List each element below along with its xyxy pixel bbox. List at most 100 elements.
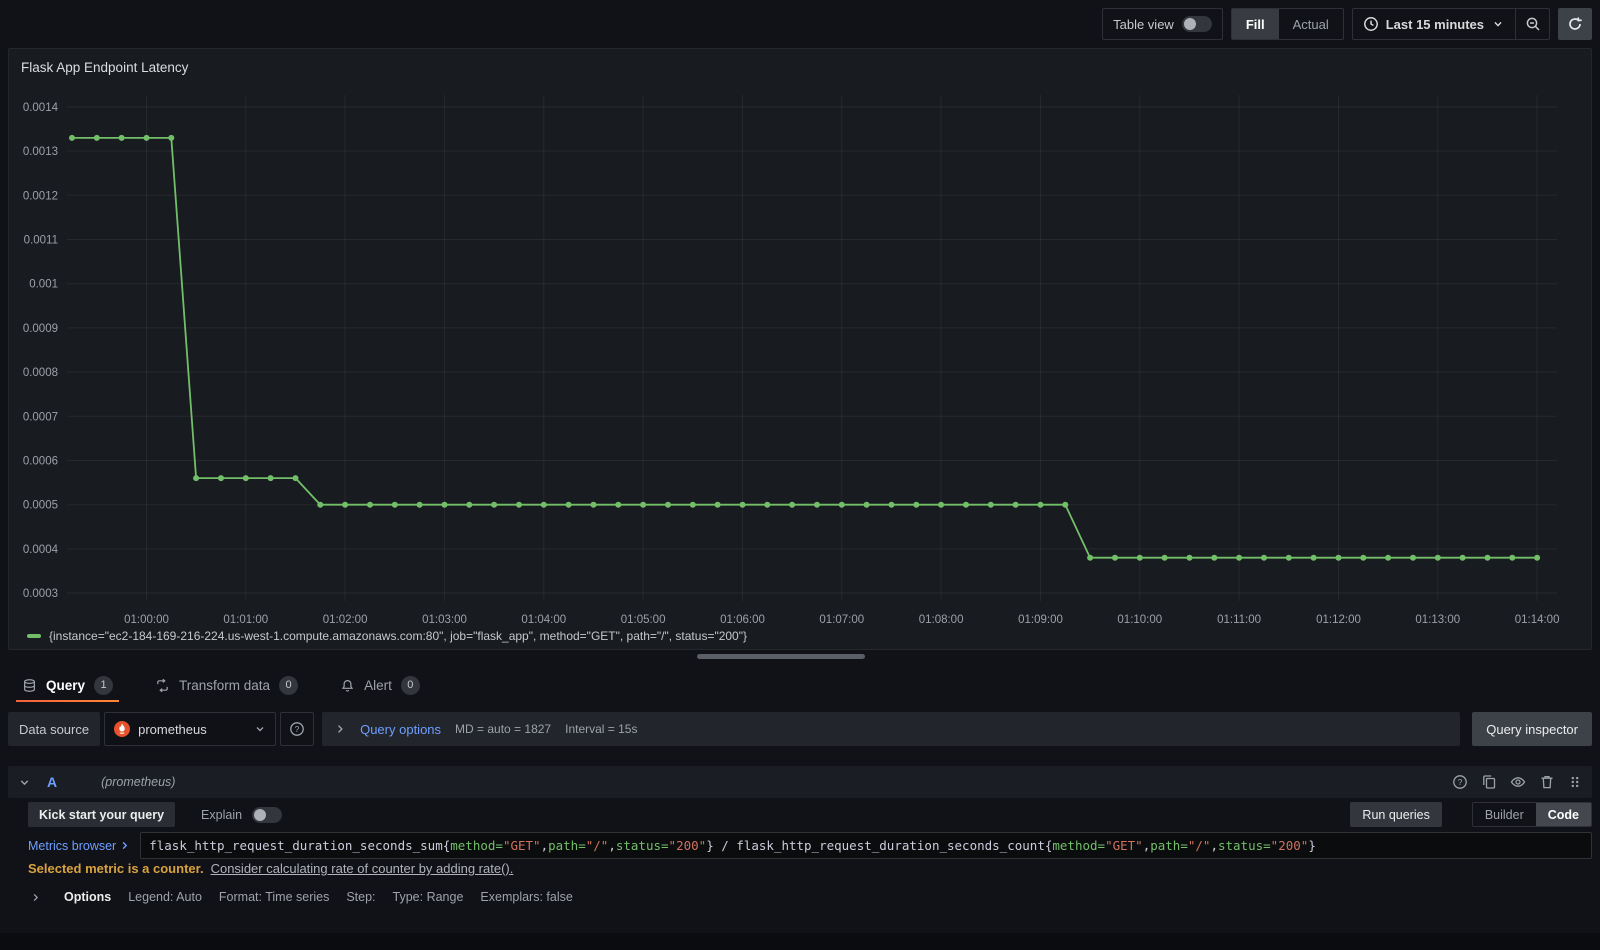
svg-text:0.0011: 0.0011 xyxy=(24,235,58,247)
query-expression[interactable]: flask_http_request_duration_seconds_sum{… xyxy=(140,832,1592,859)
chevron-right-icon xyxy=(119,840,130,851)
series-color-dash xyxy=(27,634,41,638)
tab-alert-label: Alert xyxy=(364,677,392,693)
table-view-toggle[interactable] xyxy=(1181,16,1212,32)
kick-start-query-button[interactable]: Kick start your query xyxy=(28,802,176,827)
options-summary-items: Legend: Auto Format: Time series Step: Type… xyxy=(128,890,573,904)
svg-text:01:07:00: 01:07:00 xyxy=(819,614,864,626)
tab-query[interactable]: Query 1 xyxy=(16,668,120,702)
options-summary-item: Format: Time series xyxy=(218,890,330,904)
svg-text:01:09:00: 01:09:00 xyxy=(1018,614,1063,626)
grafana-panel-editor: Table view Fill Actual Last 15 minutes F… xyxy=(0,0,1600,950)
options-summary-item: Exemplars: false xyxy=(480,890,573,904)
time-picker-group: Last 15 minutes xyxy=(1351,8,1550,40)
svg-text:01:01:00: 01:01:00 xyxy=(223,614,268,626)
counter-warning: Selected metric is a counter. Consider c… xyxy=(28,861,513,876)
refresh-icon xyxy=(1567,16,1583,32)
metrics-browser-button[interactable]: Metrics browser xyxy=(28,839,130,853)
query-options-link[interactable]: Query options xyxy=(360,722,441,737)
svg-text:?: ? xyxy=(1458,777,1463,787)
bell-icon xyxy=(340,678,355,693)
chevron-down-icon xyxy=(1491,17,1505,31)
clock-icon xyxy=(1363,16,1379,32)
builder-button[interactable]: Builder xyxy=(1473,803,1536,826)
eye-icon[interactable] xyxy=(1510,774,1526,790)
explain-label: Explain xyxy=(201,807,243,822)
svg-text:01:13:00: 01:13:00 xyxy=(1415,614,1460,626)
svg-text:01:04:00: 01:04:00 xyxy=(521,614,566,626)
builder-code-segment: Builder Code xyxy=(1471,802,1592,827)
max-data-points-text: MD = auto = 1827 xyxy=(455,722,552,736)
duplicate-icon[interactable] xyxy=(1481,774,1497,790)
svg-text:0.0006: 0.0006 xyxy=(23,456,58,468)
trash-icon[interactable] xyxy=(1539,774,1555,790)
horizontal-scrollbar-thumb[interactable] xyxy=(697,654,865,659)
legend-item[interactable]: {instance="ec2-184-169-216-224.us-west-1… xyxy=(27,629,747,643)
warning-text: Selected metric is a counter. xyxy=(28,861,204,876)
options-summary-item: Step: xyxy=(346,890,376,904)
top-toolbar: Table view Fill Actual Last 15 minutes xyxy=(1102,8,1592,40)
chevron-right-icon[interactable] xyxy=(334,723,346,735)
explain-control: Explain xyxy=(201,806,283,823)
chevron-down-icon xyxy=(254,723,266,735)
datasource-select[interactable]: prometheus xyxy=(104,712,277,746)
svg-text:01:05:00: 01:05:00 xyxy=(621,614,666,626)
svg-text:01:10:00: 01:10:00 xyxy=(1117,614,1162,626)
datasource-help-button[interactable]: ? xyxy=(280,712,315,746)
fill-actual-segment: Fill Actual xyxy=(1230,8,1344,40)
query-row-actions: ? xyxy=(1452,774,1582,790)
tab-transform-badge: 0 xyxy=(279,675,299,695)
tab-transform-data[interactable]: Transform data 0 xyxy=(149,668,304,702)
refresh-button[interactable] xyxy=(1558,8,1592,40)
explain-toggle[interactable] xyxy=(252,806,283,823)
options-summary-item: Type: Range xyxy=(392,890,464,904)
options-label: Options xyxy=(64,890,112,904)
table-view-label: Table view xyxy=(1113,16,1174,32)
editor-tabs: Query 1 Transform data 0 Alert 0 xyxy=(16,668,426,702)
fill-button[interactable]: Fill xyxy=(1231,9,1279,39)
query-editor-row: Metrics browser flask_http_request_durat… xyxy=(28,832,1592,859)
transform-icon xyxy=(155,678,170,693)
tab-query-badge: 1 xyxy=(94,675,114,695)
panel-title[interactable]: Flask App Endpoint Latency xyxy=(21,60,188,75)
svg-text:01:06:00: 01:06:00 xyxy=(720,614,765,626)
code-button[interactable]: Code xyxy=(1535,803,1591,826)
query-a-row[interactable]: A (prometheus) ? xyxy=(8,766,1592,798)
rate-hint-link[interactable]: Consider calculating rate of counter by … xyxy=(211,861,514,876)
svg-text:0.0014: 0.0014 xyxy=(23,102,59,114)
tab-alert-badge: 0 xyxy=(400,675,420,695)
options-summary-item: Legend: Auto xyxy=(128,890,202,904)
bottom-strip xyxy=(0,933,1600,950)
svg-text:01:11:00: 01:11:00 xyxy=(1217,614,1261,626)
interval-text: Interval = 15s xyxy=(565,722,638,736)
svg-text:0.0009: 0.0009 xyxy=(23,323,58,335)
table-view-control: Table view xyxy=(1102,8,1223,40)
prometheus-icon xyxy=(114,721,131,737)
series-legend-label: {instance="ec2-184-169-216-224.us-west-1… xyxy=(49,629,747,643)
time-range-button[interactable]: Last 15 minutes xyxy=(1353,9,1515,39)
actual-button[interactable]: Actual xyxy=(1279,9,1343,39)
query-datasource-hint: (prometheus) xyxy=(101,775,176,789)
zoom-out-icon xyxy=(1525,16,1541,32)
options-row[interactable]: Options Legend: Auto Format: Time series S… xyxy=(30,885,1592,909)
latency-panel: Flask App Endpoint Latency 0.0014 0.0013 0… xyxy=(8,48,1592,650)
drag-handle-icon[interactable] xyxy=(1568,774,1582,790)
datasource-value: prometheus xyxy=(138,721,207,737)
svg-text:?: ? xyxy=(295,724,300,734)
collapse-chevron-icon[interactable] xyxy=(18,776,31,789)
svg-text:0.0007: 0.0007 xyxy=(23,411,58,423)
svg-text:01:00:00: 01:00:00 xyxy=(124,614,169,626)
metrics-browser-label: Metrics browser xyxy=(28,838,117,853)
tab-alert[interactable]: Alert 0 xyxy=(334,668,426,702)
datasource-label: Data source xyxy=(8,712,101,746)
svg-text:01:14:00: 01:14:00 xyxy=(1515,614,1560,626)
tab-query-label: Query xyxy=(46,677,86,693)
svg-text:01:08:00: 01:08:00 xyxy=(919,614,964,626)
svg-text:0.001: 0.001 xyxy=(29,279,58,291)
zoom-out-button[interactable] xyxy=(1515,9,1549,39)
help-icon[interactable]: ? xyxy=(1452,774,1468,790)
query-inspector-button[interactable]: Query inspector xyxy=(1472,712,1592,746)
latency-chart[interactable]: 0.0014 0.0013 0.0012 0.0011 0.001 0.0009 0.000… xyxy=(17,85,1577,630)
time-range-label: Last 15 minutes xyxy=(1385,16,1484,32)
run-queries-button[interactable]: Run queries xyxy=(1350,802,1442,827)
